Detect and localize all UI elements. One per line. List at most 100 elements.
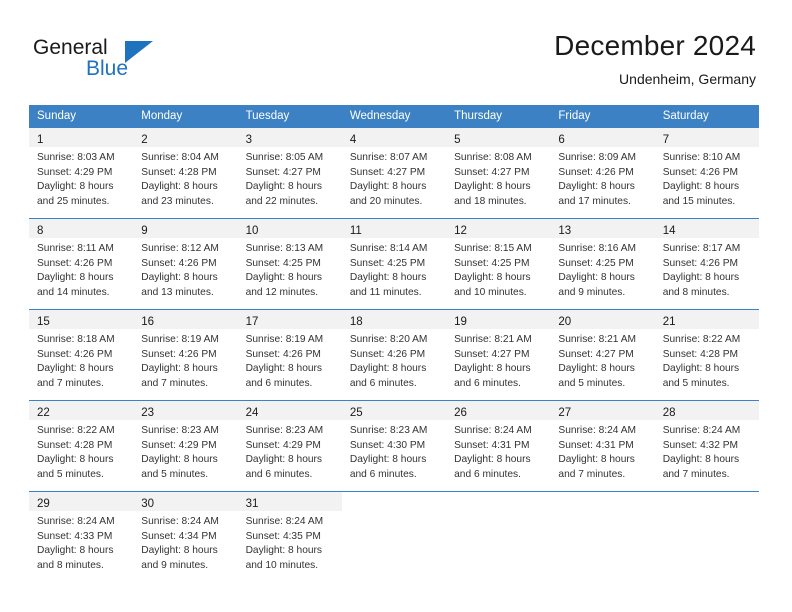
day-number: 15 xyxy=(37,316,50,328)
sunrise-text: Sunrise: 8:09 AM xyxy=(558,152,636,163)
day-number-band: 5 xyxy=(446,128,551,147)
calendar-day-cell[interactable]: 23 Sunrise: 8:23 AM Sunset: 4:29 PM Dayligh… xyxy=(133,400,238,492)
day-details: Sunrise: 8:23 AM Sunset: 4:30 PM Daylight:… xyxy=(342,420,446,482)
daylight-text-line1: Daylight: 8 hours xyxy=(454,363,531,374)
calendar-day-cell[interactable]: 4 Sunrise: 8:07 AM Sunset: 4:27 PM Daylight… xyxy=(341,128,447,219)
day-number-band: 22 xyxy=(29,401,134,420)
calendar-day-cell[interactable]: 5 Sunrise: 8:08 AM Sunset: 4:27 PM Daylight… xyxy=(446,128,551,219)
day-number-band: 18 xyxy=(341,310,447,329)
calendar-day-cell[interactable]: 6 Sunrise: 8:09 AM Sunset: 4:26 PM Daylight… xyxy=(550,128,655,219)
day-number: 12 xyxy=(454,225,467,237)
weekday-header-wednesday: Wednesday xyxy=(341,105,447,128)
sunset-text: Sunset: 4:27 PM xyxy=(454,166,530,178)
sunrise-text: Sunrise: 8:24 AM xyxy=(141,516,219,527)
weekday-header-friday: Friday xyxy=(550,105,655,128)
calendar-day-cell[interactable]: 9 Sunrise: 8:12 AM Sunset: 4:26 PM Daylight… xyxy=(133,218,238,310)
day-number: 3 xyxy=(245,134,252,146)
calendar-day-cell[interactable]: 2 Sunrise: 8:04 AM Sunset: 4:28 PM Daylight… xyxy=(133,128,238,219)
day-details: Sunrise: 8:16 AM Sunset: 4:25 PM Daylight:… xyxy=(550,238,654,300)
calendar-day-cell[interactable]: 26 Sunrise: 8:24 AM Sunset: 4:31 PM Dayligh… xyxy=(446,400,551,492)
calendar-day-cell-empty xyxy=(341,491,447,582)
sunrise-text: Sunrise: 8:24 AM xyxy=(245,516,324,527)
daylight-text-line1: Daylight: 8 hours xyxy=(37,181,114,192)
daylight-text-line2: and 20 minutes. xyxy=(349,195,423,207)
calendar-day-cell[interactable]: 25 Sunrise: 8:23 AM Sunset: 4:30 PM Dayligh… xyxy=(341,400,447,492)
sunset-text: Sunset: 4:33 PM xyxy=(37,530,113,542)
sunrise-text: Sunrise: 8:05 AM xyxy=(245,152,324,163)
daylight-text-line1: Daylight: 8 hours xyxy=(454,454,531,465)
day-number-band: 24 xyxy=(237,401,342,420)
sunrise-text: Sunrise: 8:13 AM xyxy=(245,243,324,254)
day-number: 29 xyxy=(37,498,50,510)
calendar-day-cell[interactable]: 1 Sunrise: 8:03 AM Sunset: 4:29 PM Daylight… xyxy=(29,128,134,219)
day-details: Sunrise: 8:14 AM Sunset: 4:25 PM Daylight:… xyxy=(342,238,446,300)
daylight-text-line2: and 8 minutes. xyxy=(662,286,730,298)
daylight-text-line1: Daylight: 8 hours xyxy=(454,272,531,283)
weekday-header-saturday: Saturday xyxy=(654,105,759,128)
calendar-day-cell[interactable]: 16 Sunrise: 8:19 AM Sunset: 4:26 PM Dayligh… xyxy=(133,309,238,401)
calendar-day-cell[interactable]: 21 Sunrise: 8:22 AM Sunset: 4:28 PM Dayligh… xyxy=(654,309,759,401)
day-number: 16 xyxy=(141,316,155,328)
day-details: Sunrise: 8:21 AM Sunset: 4:27 PM Daylight:… xyxy=(446,329,550,391)
sunrise-text: Sunrise: 8:23 AM xyxy=(245,425,324,436)
daylight-text-line1: Daylight: 8 hours xyxy=(141,181,218,192)
calendar-day-cell[interactable]: 11 Sunrise: 8:14 AM Sunset: 4:25 PM Dayligh… xyxy=(341,218,447,310)
day-number: 10 xyxy=(245,225,259,237)
triangle-icon xyxy=(125,41,153,63)
daylight-text-line1: Daylight: 8 hours xyxy=(245,181,323,192)
day-number: 5 xyxy=(454,134,461,146)
calendar-day-cell[interactable]: 20 Sunrise: 8:21 AM Sunset: 4:27 PM Dayligh… xyxy=(550,309,655,401)
calendar-day-cell[interactable]: 30 Sunrise: 8:24 AM Sunset: 4:34 PM Dayligh… xyxy=(133,491,238,582)
calendar-week-row: 22 Sunrise: 8:22 AM Sunset: 4:28 PM Dayligh… xyxy=(29,400,759,492)
sunrise-text: Sunrise: 8:16 AM xyxy=(558,243,636,254)
sunrise-text: Sunrise: 8:23 AM xyxy=(349,425,428,436)
calendar-day-cell[interactable]: 13 Sunrise: 8:16 AM Sunset: 4:25 PM Dayligh… xyxy=(550,218,655,310)
daylight-text-line1: Daylight: 8 hours xyxy=(245,272,323,283)
day-details: Sunrise: 8:24 AM Sunset: 4:31 PM Daylight:… xyxy=(446,420,550,482)
calendar-day-cell[interactable]: 24 Sunrise: 8:23 AM Sunset: 4:29 PM Dayligh… xyxy=(237,400,342,492)
sunset-text: Sunset: 4:26 PM xyxy=(662,257,739,269)
daylight-text-line2: and 6 minutes. xyxy=(454,377,521,389)
daylight-text-line2: and 11 minutes. xyxy=(349,286,422,298)
calendar-day-cell[interactable]: 18 Sunrise: 8:20 AM Sunset: 4:26 PM Dayligh… xyxy=(341,309,447,401)
calendar-body: 1 Sunrise: 8:03 AM Sunset: 4:29 PM Daylight… xyxy=(29,128,759,582)
sunrise-text: Sunrise: 8:23 AM xyxy=(141,425,219,436)
weekday-header-thursday: Thursday xyxy=(446,105,551,128)
day-number-band: 11 xyxy=(341,219,447,238)
day-number: 25 xyxy=(349,407,363,419)
sunset-text: Sunset: 4:26 PM xyxy=(558,166,634,178)
sunrise-text: Sunrise: 8:19 AM xyxy=(245,334,324,345)
calendar-day-cell[interactable]: 7 Sunrise: 8:10 AM Sunset: 4:26 PM Daylight… xyxy=(654,128,759,219)
calendar-day-cell[interactable]: 28 Sunrise: 8:24 AM Sunset: 4:32 PM Dayligh… xyxy=(654,400,759,492)
calendar-day-cell[interactable]: 8 Sunrise: 8:11 AM Sunset: 4:26 PM Daylight… xyxy=(29,218,134,310)
calendar-day-cell[interactable]: 27 Sunrise: 8:24 AM Sunset: 4:31 PM Dayligh… xyxy=(550,400,655,492)
calendar-day-cell[interactable]: 29 Sunrise: 8:24 AM Sunset: 4:33 PM Dayligh… xyxy=(29,491,134,582)
day-number-band: 2 xyxy=(133,128,238,147)
daylight-text-line1: Daylight: 8 hours xyxy=(662,454,740,465)
calendar-day-cell[interactable]: 14 Sunrise: 8:17 AM Sunset: 4:26 PM Dayligh… xyxy=(654,218,759,310)
daylight-text-line2: and 7 minutes. xyxy=(37,377,104,389)
calendar-day-cell[interactable]: 31 Sunrise: 8:24 AM Sunset: 4:35 PM Dayligh… xyxy=(237,491,342,582)
calendar-day-cell[interactable]: 3 Sunrise: 8:05 AM Sunset: 4:27 PM Daylight… xyxy=(237,128,342,219)
sunrise-text: Sunrise: 8:21 AM xyxy=(558,334,636,345)
calendar-day-cell[interactable]: 17 Sunrise: 8:19 AM Sunset: 4:26 PM Dayligh… xyxy=(237,309,342,401)
calendar-day-cell[interactable]: 15 Sunrise: 8:18 AM Sunset: 4:26 PM Dayligh… xyxy=(29,309,134,401)
calendar-day-cell[interactable]: 22 Sunrise: 8:22 AM Sunset: 4:28 PM Dayligh… xyxy=(29,400,134,492)
calendar-table: Sunday Monday Tuesday Wednesday Thursday… xyxy=(29,105,759,582)
sunrise-text: Sunrise: 8:07 AM xyxy=(349,152,428,163)
calendar-day-cell-empty xyxy=(446,491,551,582)
sunrise-text: Sunrise: 8:10 AM xyxy=(662,152,741,163)
daylight-text-line1: Daylight: 8 hours xyxy=(558,363,635,374)
day-details xyxy=(446,511,550,515)
calendar-day-cell[interactable]: 10 Sunrise: 8:13 AM Sunset: 4:25 PM Dayligh… xyxy=(237,218,342,310)
sunrise-text: Sunrise: 8:20 AM xyxy=(349,334,428,345)
daylight-text-line2: and 7 minutes. xyxy=(141,377,209,389)
calendar-week-row: 1 Sunrise: 8:03 AM Sunset: 4:29 PM Daylight… xyxy=(29,128,759,219)
calendar-day-cell[interactable]: 19 Sunrise: 8:21 AM Sunset: 4:27 PM Dayligh… xyxy=(446,309,551,401)
location-subtitle: Undenheim, Germany xyxy=(619,71,756,87)
sunset-text: Sunset: 4:25 PM xyxy=(454,257,530,269)
daylight-text-line2: and 8 minutes. xyxy=(37,559,104,571)
day-number-band: 1 xyxy=(29,128,134,147)
calendar-day-cell[interactable]: 12 Sunrise: 8:15 AM Sunset: 4:25 PM Dayligh… xyxy=(446,218,551,310)
day-details: Sunrise: 8:24 AM Sunset: 4:32 PM Daylight:… xyxy=(655,420,759,482)
